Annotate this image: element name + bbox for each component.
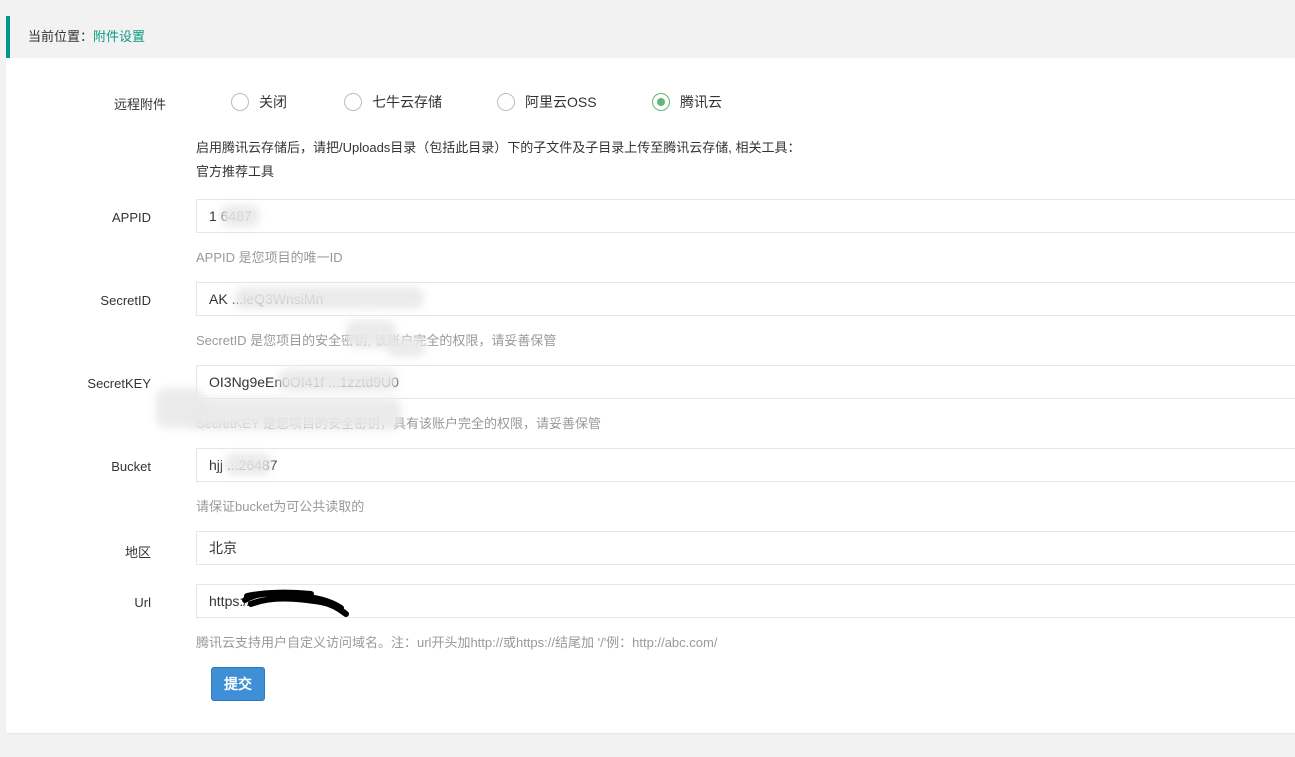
url-input[interactable] — [196, 584, 1295, 618]
radio-close-label: 关闭 — [259, 94, 287, 110]
region-label: 地区 — [124, 545, 151, 560]
appid-label: APPID — [111, 210, 151, 225]
breadcrumb-prefix: 当前位置： — [28, 29, 94, 44]
bucket-label: Bucket — [111, 459, 151, 474]
secretid-label: SecretID — [100, 293, 151, 308]
redaction-scribble — [242, 589, 349, 617]
bucket-help: 请保证bucket为可公共读取的 — [196, 499, 365, 514]
radio-qiniu[interactable]: 七牛云存储 — [344, 92, 442, 112]
radio-tencent-cloud-label: 腾讯云 — [680, 94, 722, 110]
radio-circle[interactable] — [231, 93, 249, 111]
submit-button[interactable]: 提交 — [211, 667, 265, 701]
breadcrumb: 当前位置：附件设置 — [6, 16, 1295, 58]
settings-panel: 远程附件 关闭 七牛云存储 阿里云OSS 腾讯云 启用腾讯云存储后，请把/Upl… — [6, 58, 1295, 733]
redaction-blur — [234, 287, 424, 309]
remote-attachment-label: 远程附件 — [113, 97, 166, 112]
url-help: 腾讯云支持用户自定义访问域名。注：url开头加http://或https://结… — [196, 635, 718, 650]
redaction-blur — [191, 398, 401, 430]
radio-aliyun-oss[interactable]: 阿里云OSS — [497, 92, 597, 112]
radio-circle[interactable] — [497, 93, 515, 111]
notice-recommended-tool-link[interactable]: 官方推荐工具 — [196, 160, 274, 184]
notice-line-1: 启用腾讯云存储后，请把/Uploads目录（包括此目录）下的子文件及子目录上传至… — [196, 140, 801, 155]
bucket-input[interactable] — [196, 448, 1295, 482]
url-label: Url — [134, 595, 151, 610]
redaction-blur — [278, 369, 398, 391]
radio-circle[interactable] — [344, 93, 362, 111]
breadcrumb-current[interactable]: 附件设置 — [93, 29, 145, 44]
radio-close[interactable]: 关闭 — [231, 92, 287, 112]
radio-qiniu-label: 七牛云存储 — [372, 94, 442, 110]
appid-help: APPID 是您项目的唯一ID — [196, 250, 343, 265]
radio-tencent-cloud[interactable]: 腾讯云 — [652, 92, 722, 112]
region-input[interactable] — [196, 531, 1295, 565]
radio-circle-checked[interactable] — [652, 93, 670, 111]
redaction-blur — [220, 205, 260, 227]
appid-input[interactable] — [196, 199, 1295, 233]
radio-aliyun-oss-label: 阿里云OSS — [525, 94, 597, 110]
secretkey-label: SecretKEY — [87, 376, 151, 391]
redaction-blur — [386, 337, 426, 357]
redaction-blur — [224, 453, 272, 475]
